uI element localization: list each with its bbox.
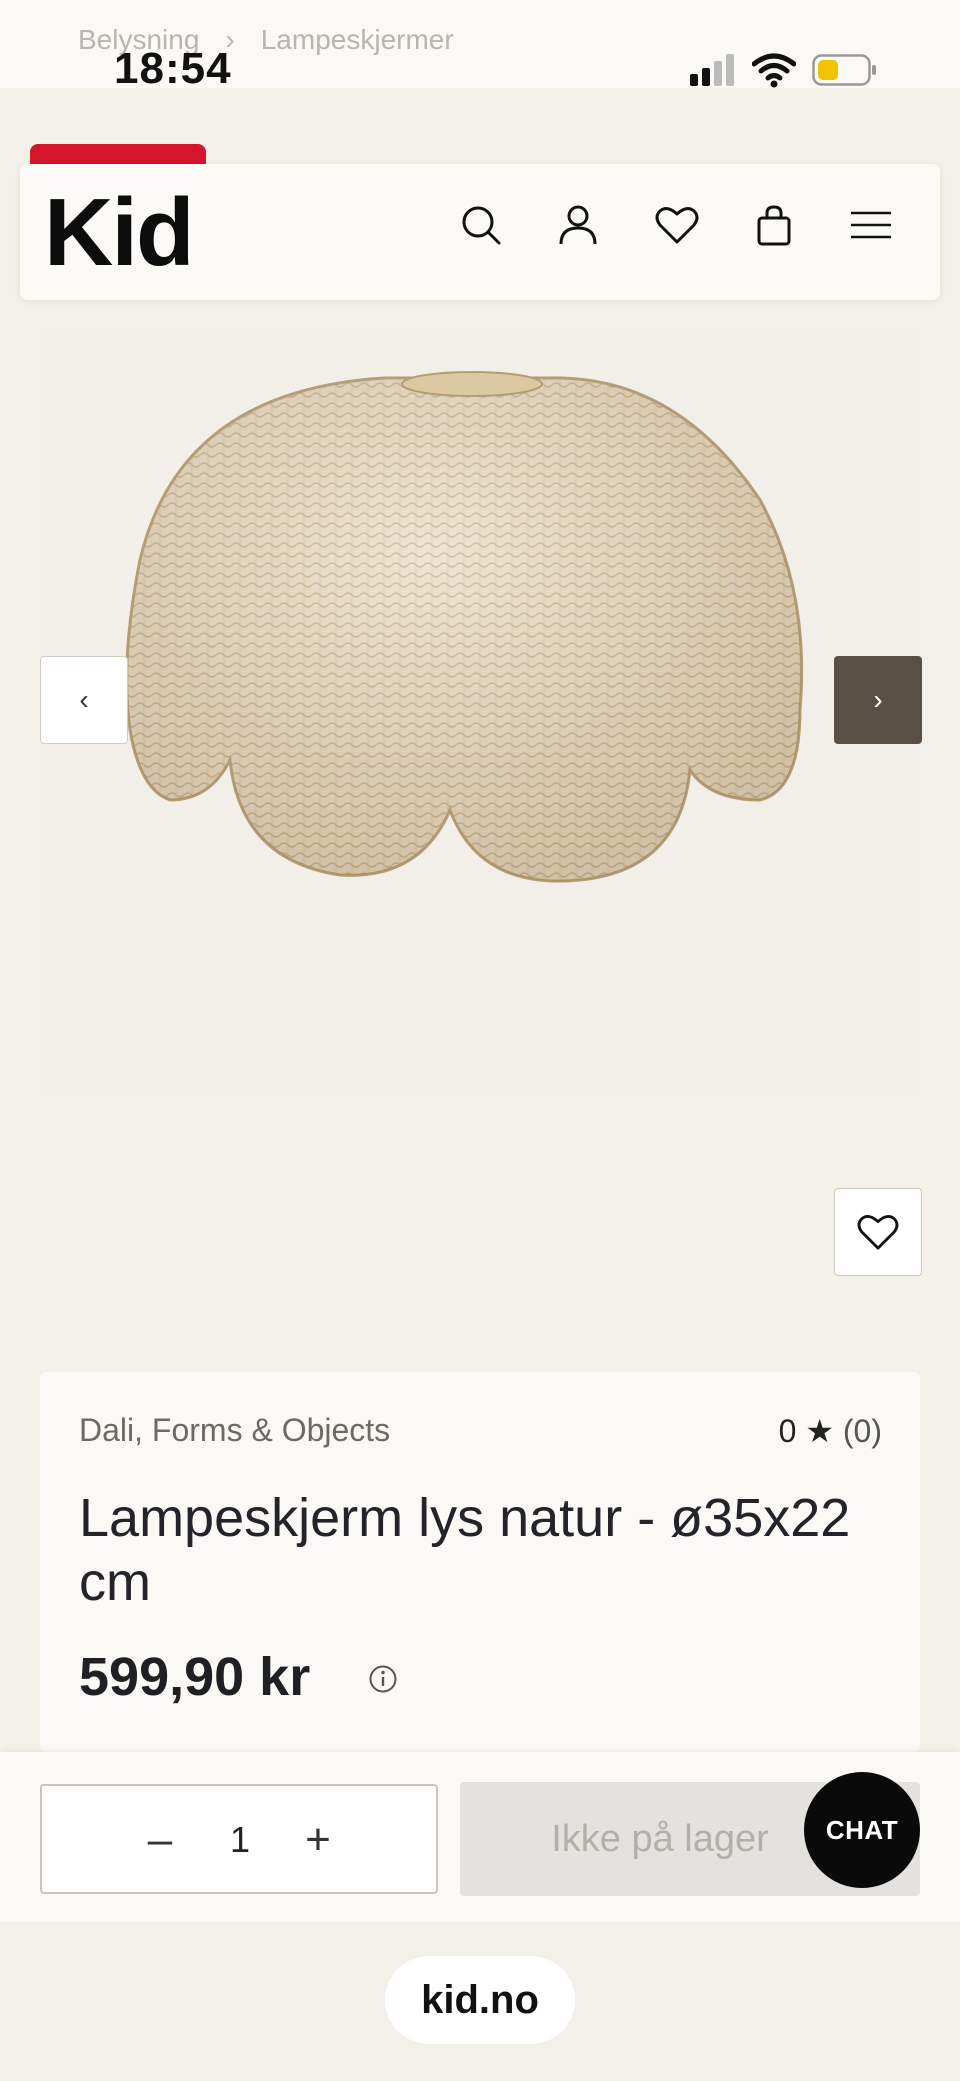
kid-logo[interactable]: Kid bbox=[44, 178, 195, 288]
account-icon[interactable] bbox=[553, 200, 603, 250]
product-title: Lampeskjerm lys natur - ø35x22 cm bbox=[79, 1488, 851, 1612]
menu-icon[interactable] bbox=[846, 200, 896, 250]
battery-icon bbox=[812, 54, 876, 86]
wifi-icon bbox=[752, 53, 796, 88]
cellular-signal-icon bbox=[690, 54, 734, 86]
quantity-value[interactable]: 1 bbox=[220, 1812, 260, 1868]
wishlist-icon[interactable] bbox=[652, 200, 702, 250]
quantity-increase-button[interactable]: + bbox=[298, 1812, 338, 1868]
add-to-cart-label: Ikke på lager bbox=[551, 1817, 769, 1860]
search-icon[interactable] bbox=[456, 200, 506, 250]
breadcrumb-item-lampeskjermer[interactable]: Lampeskjermer bbox=[261, 24, 454, 56]
product-image bbox=[125, 371, 804, 883]
price-info-icon[interactable] bbox=[368, 1664, 398, 1694]
rating-value: 0 bbox=[778, 1413, 797, 1449]
browser-url-bar[interactable]: kid.no bbox=[385, 1956, 575, 2044]
product-brand[interactable]: Dali, Forms & Objects bbox=[79, 1412, 390, 1449]
gallery-prev-button[interactable]: ‹ bbox=[40, 656, 128, 744]
star-icon: ★ bbox=[805, 1413, 834, 1449]
heart-icon bbox=[857, 1215, 899, 1250]
status-time: 18:54 bbox=[114, 44, 232, 93]
quantity-decrease-button[interactable]: – bbox=[140, 1812, 180, 1868]
cart-icon[interactable] bbox=[749, 200, 799, 250]
product-rating[interactable]: 0 ★ (0) bbox=[700, 1412, 882, 1450]
add-to-wishlist-button[interactable] bbox=[834, 1188, 922, 1276]
chat-button[interactable]: CHAT bbox=[804, 1772, 920, 1888]
gallery-next-button[interactable]: › bbox=[834, 656, 922, 744]
rating-count: (0) bbox=[842, 1413, 882, 1449]
product-price: 599,90 kr bbox=[79, 1647, 311, 1707]
product-image-gallery[interactable] bbox=[40, 330, 920, 1090]
